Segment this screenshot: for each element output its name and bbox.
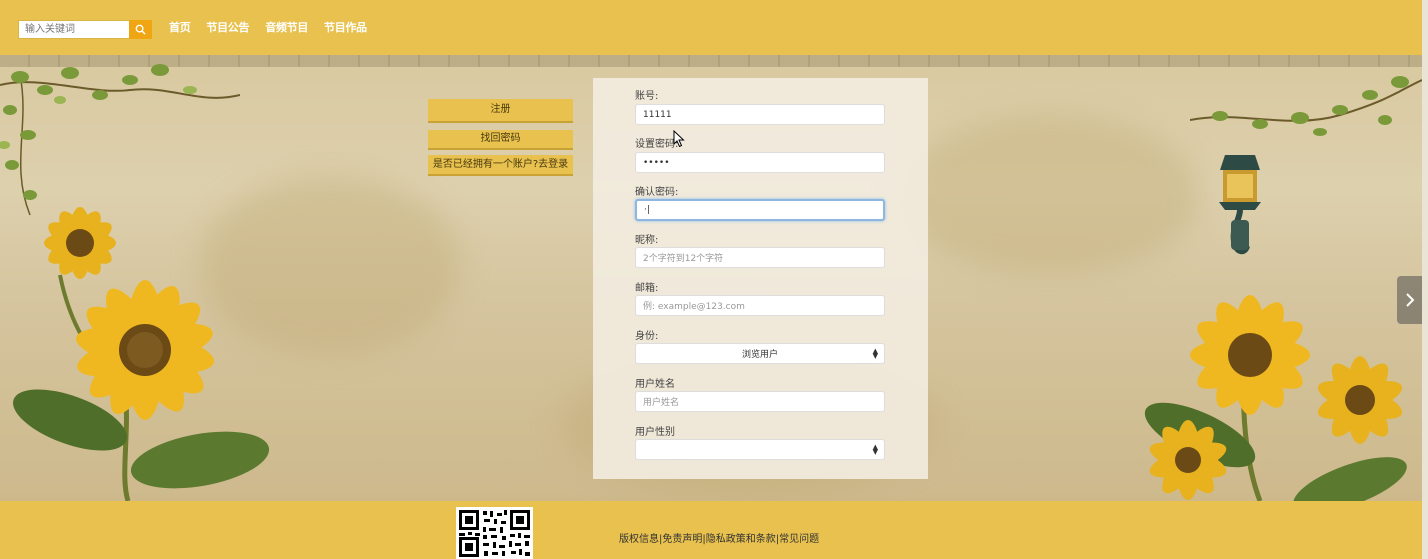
register-button[interactable]: 注册 <box>428 99 573 123</box>
sunflower-right-decoration <box>1144 295 1407 501</box>
account-input[interactable]: 11111 <box>635 104 885 125</box>
password-input[interactable]: ••••• <box>635 152 885 173</box>
go-login-button[interactable]: 是否已经拥有一个账户?去登录 <box>428 155 573 176</box>
wall-lamp-decoration <box>1219 155 1261 255</box>
footer-link-faq[interactable]: 常见问题 <box>779 534 819 545</box>
gender-select[interactable]: ▲ ▼ <box>635 439 885 460</box>
mouse-cursor-icon <box>673 130 685 148</box>
footer-link-copyright[interactable]: 版权信息 <box>619 534 659 545</box>
search-input[interactable] <box>18 20 129 39</box>
nav-announcements[interactable]: 节目公告 <box>206 19 249 35</box>
gender-label: 用户性别 <box>635 427 675 438</box>
ivy-vine-right-decoration <box>1190 76 1422 136</box>
confirm-password-label: 确认密码: <box>635 187 679 198</box>
footer-links: 版权信息|免责声明|隐私政策和条款|常见问题 <box>619 530 819 545</box>
email-label: 邮箱: <box>635 283 659 294</box>
password-label: 设置密码: <box>635 139 679 150</box>
carousel-next-button[interactable] <box>1397 276 1422 324</box>
search-bar <box>18 20 152 39</box>
account-label: 账号: <box>635 91 659 102</box>
search-button[interactable] <box>129 20 152 39</box>
real-name-input[interactable]: 用户姓名 <box>635 391 885 412</box>
nav-audio-programs[interactable]: 音频节目 <box>265 19 308 35</box>
footer-link-privacy[interactable]: 隐私政策和条款 <box>706 534 776 545</box>
confirm-password-input[interactable]: ·| <box>635 199 885 221</box>
nav-program-works[interactable]: 节目作品 <box>324 19 367 35</box>
nav-home[interactable]: 首页 <box>169 19 191 35</box>
sunflower-left-decoration <box>13 207 270 501</box>
real-name-label: 用户姓名 <box>635 379 675 390</box>
chevron-right-icon <box>1405 293 1414 307</box>
role-select[interactable]: 浏览用户 ▲ ▼ <box>635 343 885 364</box>
register-form-panel: 账号: 11111 设置密码: ••••• 确认密码: ·| 昵称: 2个字符到… <box>593 78 928 479</box>
role-select-value: 浏览用户 <box>741 350 778 360</box>
search-icon <box>135 24 146 35</box>
nickname-label: 昵称: <box>635 235 659 246</box>
main-nav: 首页 节目公告 音频节目 节目作品 <box>169 19 383 35</box>
select-updown-icon: ▲ ▼ <box>872 443 878 456</box>
qr-code-icon <box>456 507 533 559</box>
nickname-input[interactable]: 2个字符到12个字符 <box>635 247 885 268</box>
select-updown-icon: ▲ ▼ <box>872 347 878 360</box>
recover-password-button[interactable]: 找回密码 <box>428 130 573 150</box>
site-footer: 版权信息|免责声明|隐私政策和条款|常见问题 <box>0 501 1422 559</box>
role-label: 身份: <box>635 331 659 342</box>
page-scrollbar[interactable] <box>1422 0 1428 559</box>
top-header: 首页 节目公告 音频节目 节目作品 <box>0 0 1428 55</box>
email-input[interactable]: 例: example@123.com <box>635 295 885 316</box>
footer-link-disclaimer[interactable]: 免责声明 <box>662 534 702 545</box>
